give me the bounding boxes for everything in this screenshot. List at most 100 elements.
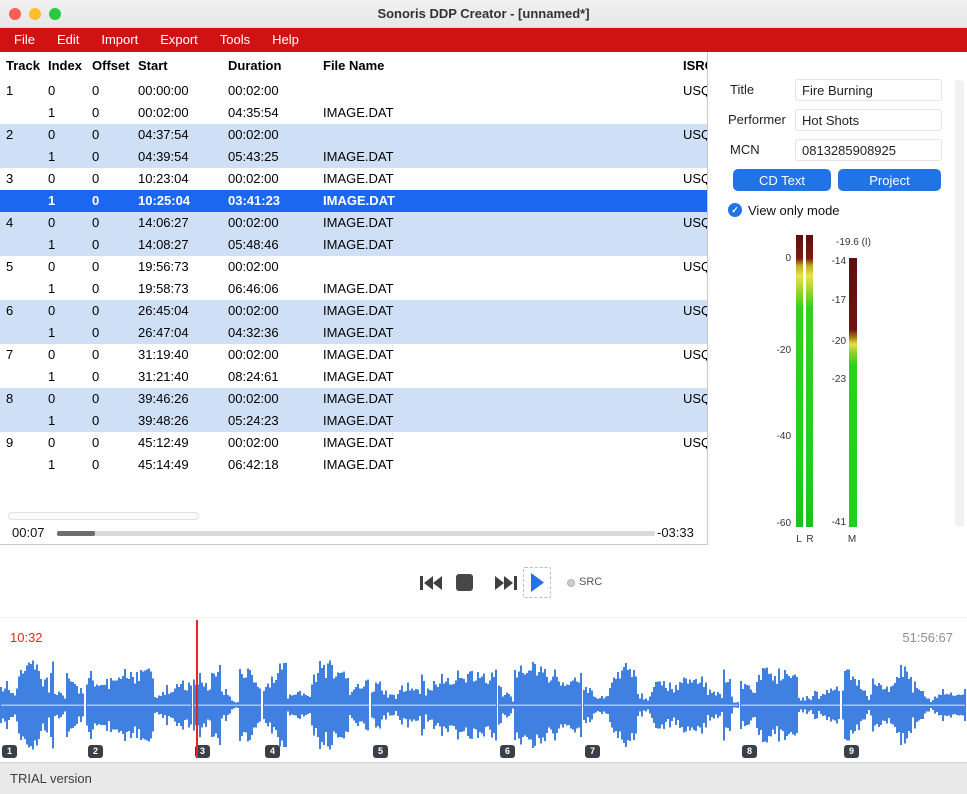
table-row[interactable]: 90045:12:4900:02:00IMAGE.DATUSQ: [0, 432, 707, 454]
menu-help[interactable]: Help: [261, 28, 310, 52]
cell-index: 1: [48, 146, 55, 168]
cell-index: 0: [48, 388, 55, 410]
table-body: 10000:00:0000:02:00USQ1000:02:0004:35:54…: [0, 80, 707, 476]
cell-start: 04:37:54: [138, 124, 189, 146]
track-badge[interactable]: 2: [88, 745, 103, 758]
metadata-panel: Title Performer MCN CD Text Project ✓ Vi…: [708, 52, 967, 545]
table-row[interactable]: 1010:25:0403:41:23IMAGE.DAT: [0, 190, 707, 212]
cell-start: 31:21:40: [138, 366, 189, 388]
menu-edit[interactable]: Edit: [46, 28, 90, 52]
track-badge[interactable]: 5: [373, 745, 388, 758]
table-row[interactable]: 1039:48:2605:24:23IMAGE.DAT: [0, 410, 707, 432]
cell-duration: 05:24:23: [228, 410, 279, 432]
src-indicator[interactable]: [567, 579, 575, 587]
cell-offset: 0: [92, 432, 99, 454]
cell-start: 10:25:04: [138, 190, 190, 212]
table-row[interactable]: 70031:19:4000:02:00IMAGE.DATUSQ: [0, 344, 707, 366]
table-row[interactable]: 1000:02:0004:35:54IMAGE.DAT: [0, 102, 707, 124]
track-badge[interactable]: 8: [742, 745, 757, 758]
cell-duration: 04:32:36: [228, 322, 279, 344]
menu-tools[interactable]: Tools: [209, 28, 261, 52]
cell-start: 39:46:26: [138, 388, 189, 410]
playhead-cursor[interactable]: [196, 620, 198, 758]
loudness-meter: [849, 258, 857, 527]
play-button[interactable]: [523, 567, 551, 598]
project-button[interactable]: Project: [838, 169, 941, 191]
cell-offset: 0: [92, 234, 99, 256]
table-row[interactable]: 30010:23:0400:02:00IMAGE.DATUSQ: [0, 168, 707, 190]
cell-offset: 0: [92, 212, 99, 234]
cell-file: IMAGE.DAT: [323, 322, 394, 344]
table-row[interactable]: 80039:46:2600:02:00IMAGE.DATUSQ: [0, 388, 707, 410]
menu-import[interactable]: Import: [90, 28, 149, 52]
seek-slider[interactable]: [57, 531, 655, 536]
performer-label: Performer: [728, 113, 786, 127]
table-row[interactable]: 1004:39:5405:43:25IMAGE.DAT: [0, 146, 707, 168]
horizontal-scrollbar-thumb[interactable]: [8, 512, 199, 520]
column-header-file[interactable]: File Name: [323, 52, 384, 80]
table-row[interactable]: 1045:14:4906:42:18IMAGE.DAT: [0, 454, 707, 476]
column-header-isrc[interactable]: ISRC: [683, 52, 708, 80]
cell-isrc: USQ: [683, 388, 708, 410]
loudness-scale-label: -20: [816, 336, 846, 348]
view-only-check-icon[interactable]: ✓: [728, 203, 742, 217]
cell-file: IMAGE.DAT: [323, 168, 394, 190]
cell-start: 45:14:49: [138, 454, 189, 476]
cell-duration: 00:02:00: [228, 212, 279, 234]
cell-file: IMAGE.DAT: [323, 432, 394, 454]
menu-file[interactable]: File: [3, 28, 46, 52]
table-row[interactable]: 1031:21:4008:24:61IMAGE.DAT: [0, 366, 707, 388]
title-input[interactable]: [795, 79, 942, 101]
column-header-duration[interactable]: Duration: [228, 52, 281, 80]
cell-track: 3: [6, 168, 13, 190]
menu-export[interactable]: Export: [149, 28, 209, 52]
track-badge[interactable]: 4: [265, 745, 280, 758]
performer-input[interactable]: [795, 109, 942, 131]
cell-index: 1: [48, 278, 55, 300]
cell-offset: 0: [92, 102, 99, 124]
cell-start: 19:58:73: [138, 278, 189, 300]
table-row[interactable]: 10000:00:0000:02:00USQ: [0, 80, 707, 102]
column-header-index[interactable]: Index: [48, 52, 82, 80]
waveform-canvas[interactable]: [0, 655, 967, 755]
cell-file: IMAGE.DAT: [323, 190, 395, 212]
track-badge[interactable]: 7: [585, 745, 600, 758]
previous-track-button[interactable]: [420, 575, 443, 591]
table-row[interactable]: 50019:56:7300:02:00USQ: [0, 256, 707, 278]
cell-duration: 00:02:00: [228, 432, 279, 454]
track-badge[interactable]: 9: [844, 745, 859, 758]
cell-offset: 0: [92, 366, 99, 388]
table-row[interactable]: 20004:37:5400:02:00USQ: [0, 124, 707, 146]
seek-slider-thumb[interactable]: [57, 531, 95, 536]
cd-text-button[interactable]: CD Text: [733, 169, 831, 191]
meter-scale-label: -60: [761, 518, 791, 530]
column-header-offset[interactable]: Offset: [92, 52, 130, 80]
window-title: Sonoris DDP Creator - [unnamed*]: [0, 0, 967, 28]
table-row[interactable]: 60026:45:0400:02:00IMAGE.DATUSQ: [0, 300, 707, 322]
cell-file: IMAGE.DAT: [323, 410, 394, 432]
cell-index: 0: [48, 344, 55, 366]
table-row[interactable]: 1014:08:2705:48:46IMAGE.DAT: [0, 234, 707, 256]
column-header-track[interactable]: Track: [6, 52, 40, 80]
cell-duration: 05:48:46: [228, 234, 279, 256]
loudness-scale-label: -17: [816, 295, 846, 307]
cell-duration: 06:46:06: [228, 278, 279, 300]
cell-index: 1: [48, 410, 55, 432]
table-row[interactable]: 1019:58:7306:46:06IMAGE.DAT: [0, 278, 707, 300]
next-track-button[interactable]: [494, 575, 517, 591]
stop-button[interactable]: [456, 574, 473, 591]
cell-start: 14:08:27: [138, 234, 189, 256]
column-header-start[interactable]: Start: [138, 52, 168, 80]
meter-label-left: L: [794, 534, 804, 545]
table-row[interactable]: 1026:47:0404:32:36IMAGE.DAT: [0, 322, 707, 344]
panel-scrollbar[interactable]: [955, 80, 964, 527]
track-badge[interactable]: 1: [2, 745, 17, 758]
meter-scale-label: -40: [761, 431, 791, 443]
table-row[interactable]: 40014:06:2700:02:00IMAGE.DATUSQ: [0, 212, 707, 234]
track-badge[interactable]: 6: [500, 745, 515, 758]
cell-duration: 00:02:00: [228, 344, 279, 366]
cell-duration: 00:02:00: [228, 124, 279, 146]
cell-track: 1: [6, 80, 13, 102]
cell-isrc: USQ: [683, 300, 708, 322]
mcn-input[interactable]: [795, 139, 942, 161]
